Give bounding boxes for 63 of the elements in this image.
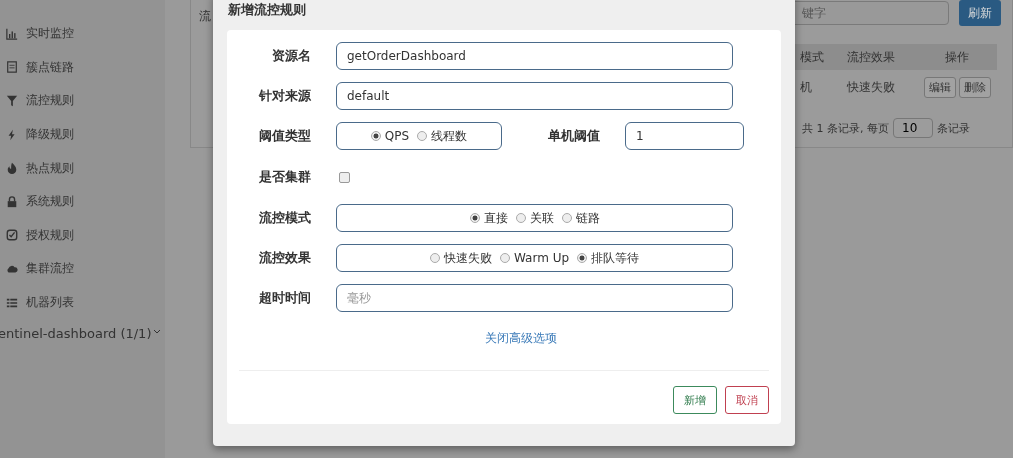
sidebar-label: 集群流控 bbox=[26, 260, 74, 278]
sidebar-item[interactable]: 流控规则 bbox=[0, 84, 165, 118]
sidebar-item[interactable]: 机器列表 bbox=[0, 285, 165, 320]
checkbox[interactable] bbox=[339, 171, 350, 183]
fire-icon bbox=[6, 162, 18, 175]
radio-option[interactable]: Warm Up bbox=[499, 251, 570, 265]
radio-option[interactable]: 线程数 bbox=[417, 127, 468, 145]
cancel-button[interactable]: 取消 bbox=[725, 386, 769, 414]
lock-icon bbox=[6, 195, 18, 208]
caret-icon bbox=[153, 329, 162, 336]
sidebar-label: 授权规则 bbox=[26, 226, 74, 244]
add-button[interactable]: 新增 bbox=[673, 386, 717, 414]
table-cell-text: 机 bbox=[799, 78, 813, 96]
field-label: 针对来源 bbox=[257, 87, 311, 105]
sidebar-item[interactable]: 集群流控 bbox=[0, 252, 165, 286]
pagination-text: 条记录 bbox=[937, 120, 970, 136]
page-size-field[interactable]: 10 bbox=[893, 118, 933, 138]
advanced-options-link[interactable]: 关闭高级选项 bbox=[485, 331, 557, 345]
input-field[interactable]: getOrderDashboard bbox=[336, 42, 733, 70]
sidebar-label: 流控规则 bbox=[26, 92, 74, 110]
sidebar-item[interactable]: 系统规则 bbox=[0, 184, 165, 219]
sidebar-item[interactable]: 降级规则 bbox=[0, 117, 165, 152]
column-header: 流控效果 bbox=[847, 48, 896, 66]
list-icon bbox=[6, 61, 18, 74]
column-header: 操作 bbox=[944, 48, 970, 66]
filter-icon bbox=[6, 95, 18, 107]
field-label: 是否集群 bbox=[258, 168, 311, 186]
sidebar-item[interactable]: 热点规则 bbox=[0, 151, 165, 185]
radio-option[interactable]: 关联 bbox=[515, 209, 554, 227]
input-field[interactable]: default bbox=[336, 82, 733, 110]
input-field[interactable]: 1 bbox=[625, 122, 744, 150]
radio-option[interactable]: 排队等待 bbox=[577, 249, 640, 267]
refresh-button[interactable]: 刷新 bbox=[959, 0, 1001, 26]
radio-option[interactable]: 直接 bbox=[469, 209, 508, 227]
sidebar-label: 机器列表 bbox=[26, 294, 74, 312]
sidebar-label: 降级规则 bbox=[26, 126, 74, 144]
sidebar-label: 簇点链路 bbox=[26, 58, 74, 76]
field-label: 流控效果 bbox=[258, 249, 311, 267]
field-label: 阈值类型 bbox=[258, 127, 311, 145]
column-header: 模式 bbox=[799, 48, 825, 66]
radio-option[interactable]: 链路 bbox=[561, 209, 600, 227]
field-label: 单机阈值 bbox=[547, 127, 600, 145]
field-label: 资源名 bbox=[271, 47, 311, 65]
modal-title: 新增流控规则 bbox=[227, 1, 307, 19]
check-icon bbox=[6, 229, 18, 242]
action-button[interactable]: 编辑 bbox=[923, 76, 956, 98]
table-cell-text: 快速失败 bbox=[847, 78, 896, 96]
field-label: 超时时间 bbox=[258, 289, 311, 307]
sidebar-item[interactable]: 授权规则 bbox=[0, 218, 165, 253]
rows-icon bbox=[6, 296, 18, 309]
pagination-text: 共 1 条记录, 每页 bbox=[802, 120, 889, 136]
action-button[interactable]: 删除 bbox=[958, 76, 991, 98]
sidebar-label: 系统规则 bbox=[26, 193, 74, 211]
input-field[interactable]: 毫秒 bbox=[336, 284, 733, 312]
panel-title: 流 bbox=[199, 7, 211, 25]
field-label: 流控模式 bbox=[258, 209, 311, 227]
sidebar-item[interactable]: 簇点链路 bbox=[0, 50, 165, 85]
chart-icon bbox=[6, 27, 18, 40]
sidebar-label: 热点规则 bbox=[26, 159, 74, 177]
radio-option[interactable]: QPS bbox=[370, 129, 410, 143]
sidebar-label: 实时监控 bbox=[26, 25, 74, 43]
radio-option[interactable]: 快速失败 bbox=[429, 249, 492, 267]
sidebar-item[interactable]: 实时监控 bbox=[0, 17, 165, 51]
